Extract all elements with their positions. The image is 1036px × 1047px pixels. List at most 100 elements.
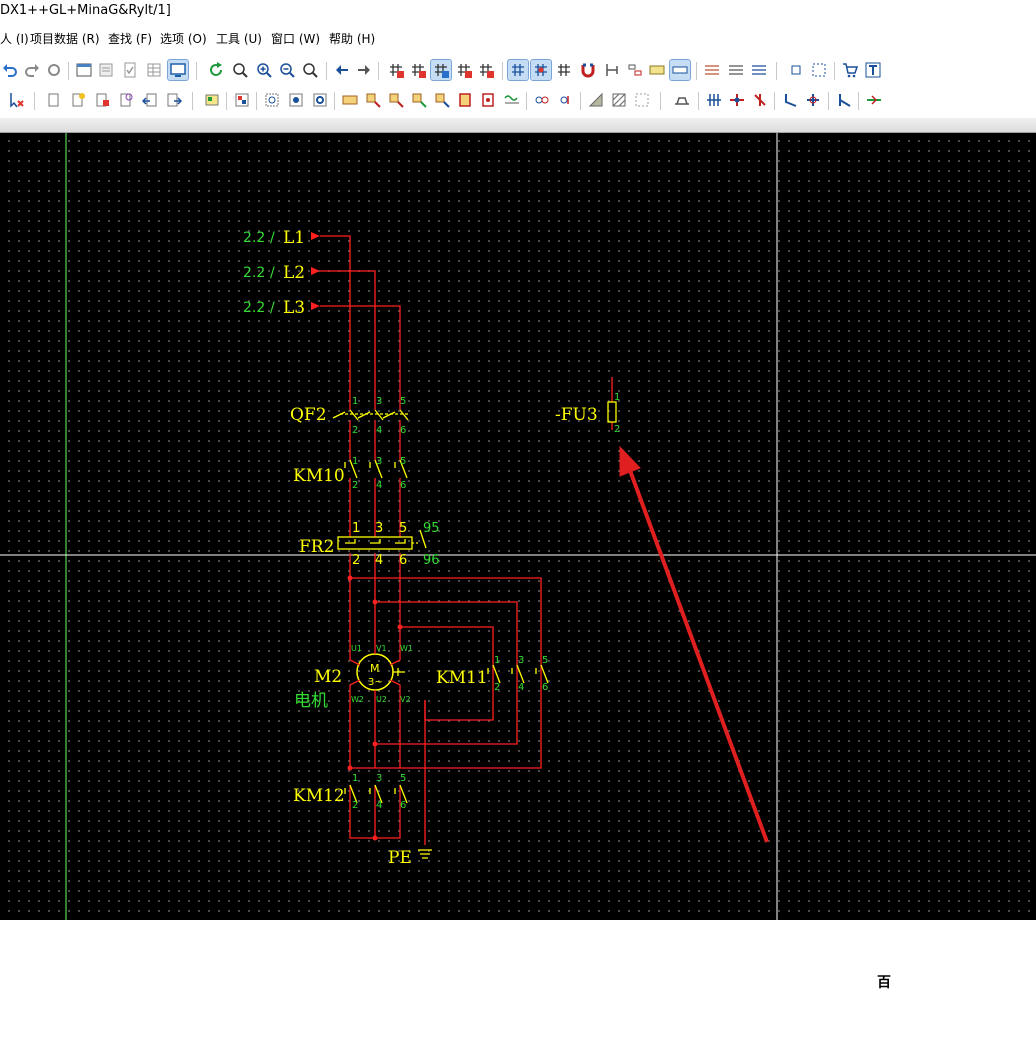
cart-icon[interactable] — [840, 60, 860, 80]
mount-rail-icon[interactable] — [672, 90, 692, 110]
check-icon[interactable] — [120, 60, 140, 80]
grid-b-icon[interactable] — [408, 60, 428, 80]
menu-insert[interactable]: 人 (I) — [0, 30, 29, 47]
svg-text:2: 2 — [352, 425, 358, 436]
menu-window[interactable]: 窗口 (W) — [271, 30, 320, 47]
select-box-icon[interactable] — [786, 60, 806, 80]
zoom-out-icon[interactable] — [277, 60, 297, 80]
annotation-arrow — [619, 445, 769, 843]
menu-options[interactable]: 选项 (O) — [160, 30, 207, 47]
connection-icon[interactable] — [602, 60, 622, 80]
plug-icon[interactable] — [386, 90, 406, 110]
connector-1-icon[interactable] — [704, 90, 724, 110]
placeholder-icon[interactable] — [632, 90, 652, 110]
page-layout-icon[interactable] — [74, 60, 94, 80]
fu3-symbol — [607, 401, 617, 423]
snap-object-icon[interactable] — [530, 59, 552, 81]
page-ref-icon[interactable] — [92, 90, 112, 110]
menu-find[interactable]: 查找 (F) — [108, 30, 152, 47]
svg-text:96: 96 — [423, 553, 440, 568]
grid-e-icon[interactable] — [476, 60, 496, 80]
magnet-icon[interactable] — [578, 60, 598, 80]
forward-icon[interactable] — [354, 60, 374, 80]
bus-icon[interactable] — [532, 90, 552, 110]
connector-3-icon[interactable] — [750, 90, 770, 110]
motor-m: M — [370, 662, 380, 675]
grid-a-icon[interactable] — [386, 60, 406, 80]
zoom-100-icon[interactable] — [300, 60, 320, 80]
svg-text:1: 1 — [352, 396, 358, 407]
svg-text:4: 4 — [376, 800, 382, 811]
lines-1-icon[interactable] — [702, 60, 722, 80]
zoom-window-icon[interactable] — [230, 60, 250, 80]
device-1-icon[interactable] — [262, 90, 282, 110]
km11-symbol — [487, 664, 549, 684]
connector-2-icon[interactable] — [727, 90, 747, 110]
window-title: DX1++GL+MinaG&Rylt/1] — [0, 3, 171, 18]
text-icon[interactable] — [863, 60, 883, 80]
symbol-icon[interactable] — [232, 90, 252, 110]
undo-icon[interactable] — [0, 60, 20, 80]
bar-icon[interactable] — [669, 59, 691, 81]
page-edit-icon[interactable] — [116, 90, 136, 110]
pointer-delete-icon[interactable] — [6, 90, 26, 110]
increment-icon[interactable] — [554, 60, 574, 80]
svg-text:6: 6 — [400, 800, 406, 811]
wire-number-icon[interactable] — [502, 90, 522, 110]
motor-symbol: M 3~ — [349, 645, 405, 700]
interrupt-point-icon[interactable] — [864, 90, 884, 110]
hatch-icon[interactable] — [586, 90, 606, 110]
back-icon[interactable] — [332, 60, 352, 80]
select-all-icon[interactable] — [809, 60, 829, 80]
lines-3-icon[interactable] — [749, 60, 769, 80]
svg-text:3: 3 — [376, 456, 382, 467]
page-properties-icon[interactable] — [96, 60, 116, 80]
pe-ground-icon — [418, 849, 432, 859]
svg-text:95: 95 — [423, 521, 440, 536]
macro-icon[interactable] — [202, 90, 222, 110]
page-import-icon[interactable] — [140, 90, 160, 110]
terminal-icon[interactable] — [363, 90, 383, 110]
zoom-in-icon[interactable] — [254, 60, 274, 80]
redo-icon[interactable] — [22, 60, 42, 80]
menu-help[interactable]: 帮助 (H) — [329, 30, 375, 47]
connection-def-icon[interactable] — [478, 90, 498, 110]
new-page-icon[interactable] — [68, 90, 88, 110]
device-2-icon[interactable] — [286, 90, 306, 110]
cable-icon[interactable] — [409, 90, 429, 110]
shield-icon[interactable] — [432, 90, 452, 110]
potential-icon[interactable] — [455, 90, 475, 110]
svg-text:4: 4 — [518, 682, 524, 693]
svg-text:4: 4 — [375, 553, 383, 568]
cross-ref-icon[interactable] — [625, 60, 645, 80]
snap-grid-icon[interactable] — [507, 59, 529, 81]
grid-d-icon[interactable] — [454, 60, 474, 80]
svg-text:2: 2 — [352, 480, 358, 491]
repeat-icon[interactable] — [44, 60, 64, 80]
pattern-icon[interactable] — [609, 90, 629, 110]
page-export-icon[interactable] — [164, 90, 184, 110]
copy-page-icon[interactable] — [44, 90, 64, 110]
label-fr2: FR2 — [299, 537, 334, 557]
svg-text:4: 4 — [376, 480, 382, 491]
monitor-icon[interactable] — [167, 59, 189, 81]
lines-2-icon[interactable] — [726, 60, 746, 80]
angle-1-icon[interactable] — [780, 90, 800, 110]
menu-tools[interactable]: 工具 (U) — [216, 30, 262, 47]
grid-c-icon[interactable] — [430, 59, 452, 81]
counter-icon[interactable] — [647, 60, 667, 80]
schematic-canvas[interactable]: 2.2 / L1 2.2 / L2 2.2 / L3 M 3~ QF2 KM10… — [0, 133, 1036, 1030]
angle-3-icon[interactable] — [834, 90, 854, 110]
svg-text:2: 2 — [614, 424, 620, 435]
bus-port-icon[interactable] — [556, 90, 576, 110]
angle-2-icon[interactable] — [803, 90, 823, 110]
table-icon[interactable] — [144, 60, 164, 80]
svg-text:U1: U1 — [351, 644, 362, 653]
svg-text:5: 5 — [400, 396, 406, 407]
svg-text:4: 4 — [376, 425, 382, 436]
device-3-icon[interactable] — [310, 90, 330, 110]
refresh-icon[interactable] — [206, 60, 226, 80]
terminal-strip-icon[interactable] — [340, 90, 360, 110]
menu-project-data[interactable]: 项目数据 (R) — [30, 30, 100, 47]
svg-text:5: 5 — [400, 456, 406, 467]
